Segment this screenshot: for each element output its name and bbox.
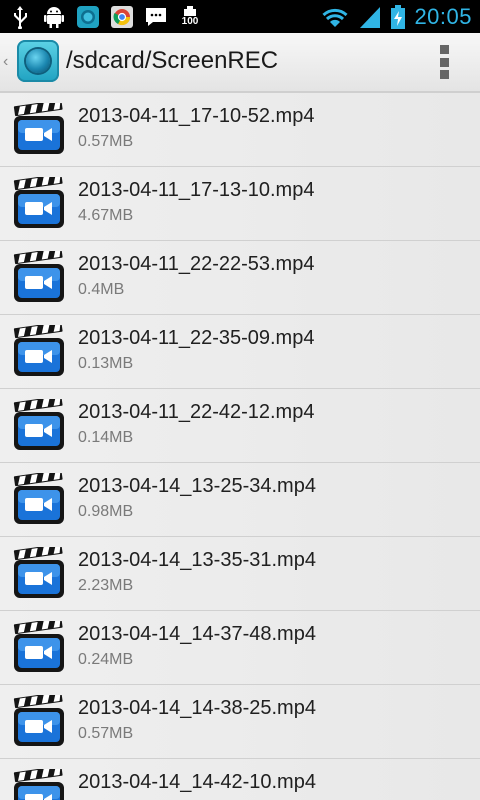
status-bar: 100 20:05 <box>0 0 480 33</box>
file-name: 2013-04-11_22-35-09.mp4 <box>78 327 315 349</box>
cell-signal-icon <box>358 5 382 29</box>
message-icon <box>144 5 168 29</box>
android-debug-icon <box>42 5 66 29</box>
video-clapper-icon <box>13 765 65 800</box>
file-name: 2013-04-14_14-42-10.mp4 <box>78 771 316 793</box>
wifi-icon <box>320 5 350 29</box>
video-clapper-icon <box>13 99 65 155</box>
list-item[interactable]: 2013-04-11_22-42-12.mp4 0.14MB <box>0 389 480 463</box>
file-name: 2013-04-14_14-37-48.mp4 <box>78 623 316 645</box>
video-clapper-icon <box>13 247 65 303</box>
battery-100-label: 100 <box>181 16 199 27</box>
file-size: 0.98MB <box>78 503 134 520</box>
up-chevron-icon[interactable]: ‹ <box>3 53 8 71</box>
usb-icon <box>8 5 32 29</box>
file-size: 2.23MB <box>78 577 134 594</box>
battery-100-icon: 100 <box>178 5 202 29</box>
video-clapper-icon <box>13 543 65 599</box>
file-size: 0.24MB <box>78 651 134 668</box>
list-item[interactable]: 2013-04-14_14-38-25.mp4 0.57MB <box>0 685 480 759</box>
file-name: 2013-04-14_13-35-31.mp4 <box>78 549 316 571</box>
list-item[interactable]: 2013-04-14_13-25-34.mp4 0.98MB <box>0 463 480 537</box>
video-clapper-icon <box>13 469 65 525</box>
video-clapper-icon <box>13 691 65 747</box>
file-name: 2013-04-11_22-22-53.mp4 <box>78 253 315 275</box>
file-size: 0.57MB <box>78 725 134 742</box>
file-size: 0.14MB <box>78 429 134 446</box>
file-name: 2013-04-14_14-38-25.mp4 <box>78 697 316 719</box>
file-size: 0.13MB <box>78 355 134 372</box>
notification-icons: 100 <box>8 0 202 33</box>
video-clapper-icon <box>13 321 65 377</box>
overflow-menu-icon[interactable] <box>438 45 450 79</box>
list-item[interactable]: 2013-04-14_14-37-48.mp4 0.24MB <box>0 611 480 685</box>
app-logo-icon[interactable] <box>17 40 59 82</box>
screenrec-app-icon <box>76 5 100 29</box>
clock: 20:05 <box>414 3 472 29</box>
current-path-title: /sdcard/ScreenREC <box>66 47 279 74</box>
file-name: 2013-04-11_22-42-12.mp4 <box>78 401 315 423</box>
chrome-icon <box>110 5 134 29</box>
file-name: 2013-04-11_17-13-10.mp4 <box>78 179 315 201</box>
video-clapper-icon <box>13 395 65 451</box>
video-clapper-icon <box>13 173 65 229</box>
video-clapper-icon <box>13 617 65 673</box>
list-item[interactable]: 2013-04-14_13-35-31.mp4 2.23MB <box>0 537 480 611</box>
action-bar: ‹ /sdcard/ScreenREC <box>0 33 480 93</box>
file-size: 0.4MB <box>78 281 125 298</box>
list-item[interactable]: 2013-04-14_14-42-10.mp4 <box>0 759 480 800</box>
list-item[interactable]: 2013-04-11_17-10-52.mp4 0.57MB <box>0 93 480 167</box>
file-size: 0.57MB <box>78 133 134 150</box>
file-name: 2013-04-14_13-25-34.mp4 <box>78 475 316 497</box>
file-size: 4.67MB <box>78 207 134 224</box>
list-item[interactable]: 2013-04-11_22-22-53.mp4 0.4MB <box>0 241 480 315</box>
file-name: 2013-04-11_17-10-52.mp4 <box>78 105 315 127</box>
list-item[interactable]: 2013-04-11_22-35-09.mp4 0.13MB <box>0 315 480 389</box>
system-icons: 20:05 <box>320 0 472 33</box>
list-item[interactable]: 2013-04-11_17-13-10.mp4 4.67MB <box>0 167 480 241</box>
file-list[interactable]: 2013-04-11_17-10-52.mp4 0.57MB 2013-04-11… <box>0 93 480 800</box>
battery-charging-icon <box>390 4 406 29</box>
